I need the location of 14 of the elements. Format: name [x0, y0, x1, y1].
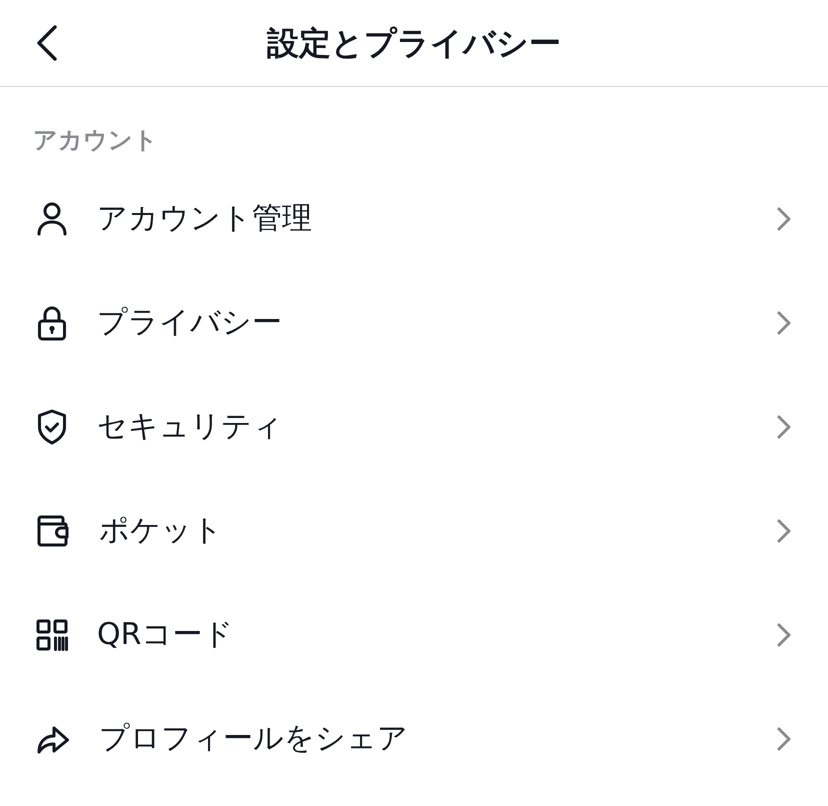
chevron-right-icon: [776, 414, 792, 440]
qr-code-icon: [36, 619, 68, 651]
wallet-icon: [36, 515, 70, 547]
page-title: 設定とプライバシー: [266, 23, 562, 63]
chevron-right-icon: [776, 310, 792, 336]
lock-icon: [36, 305, 68, 341]
chevron-right-icon: [776, 622, 792, 648]
chevron-right-icon: [776, 518, 792, 544]
person-icon: [36, 202, 68, 236]
chevron-right-icon: [776, 206, 792, 232]
shield-check-icon: [36, 409, 68, 445]
chevron-right-icon: [776, 726, 792, 752]
back-icon: [35, 25, 59, 61]
section-title: アカウント: [32, 125, 159, 155]
